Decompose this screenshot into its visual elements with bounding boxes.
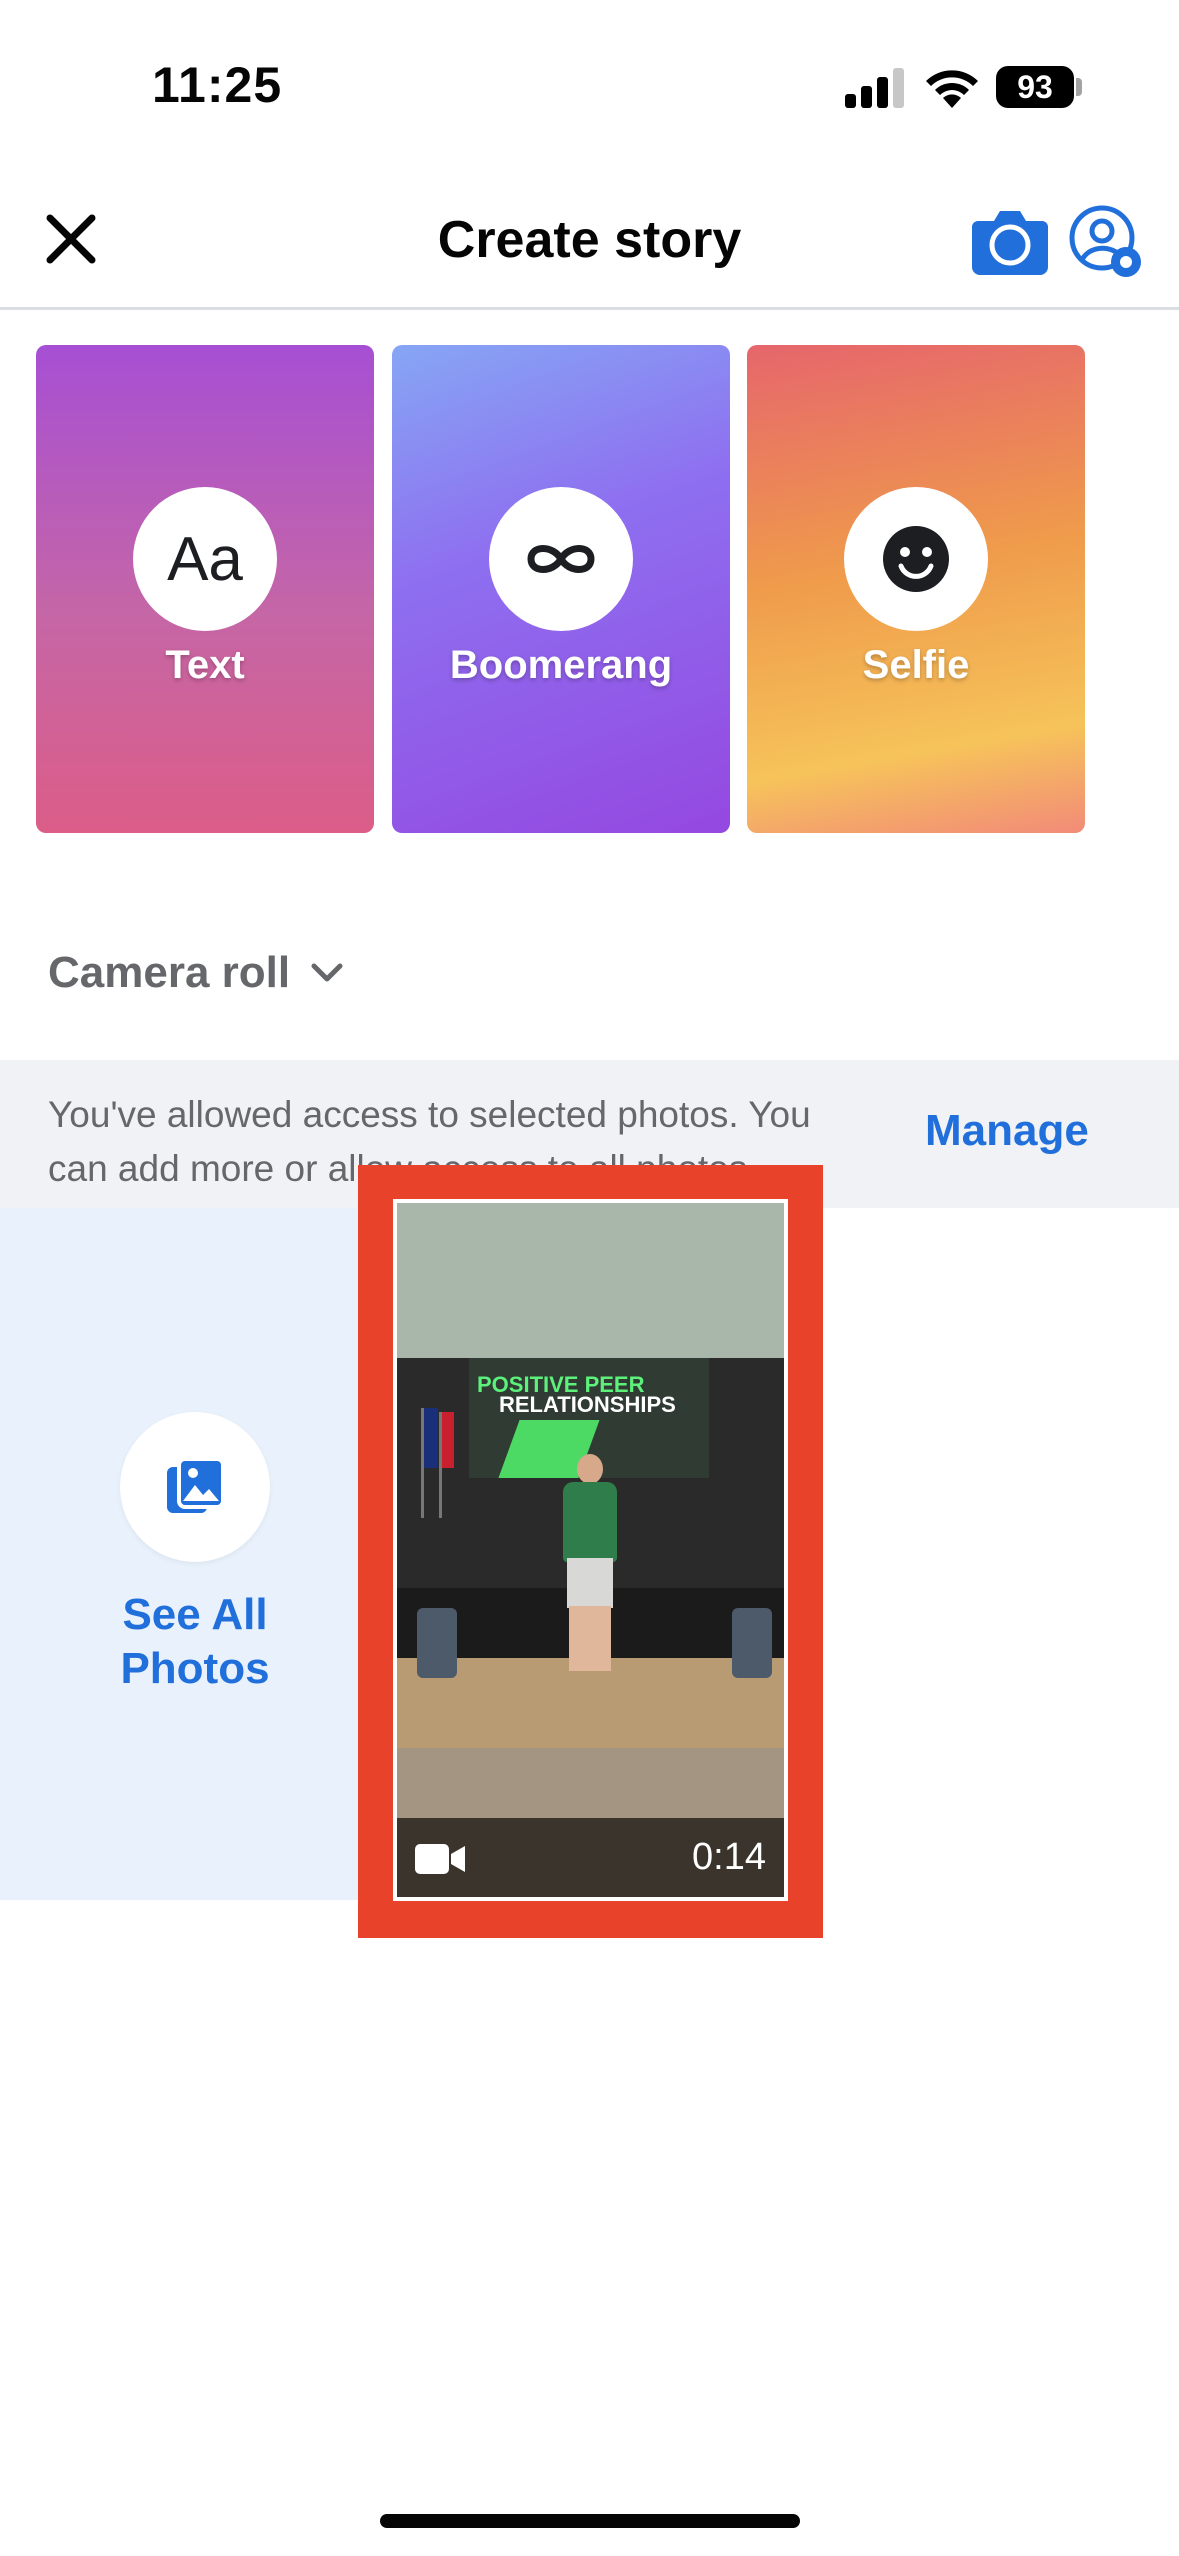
header-divider xyxy=(0,307,1179,310)
text-card-label: Text xyxy=(165,643,245,687)
camera-roll-dropdown[interactable]: Camera roll xyxy=(48,948,344,998)
boomerang-icon-circle xyxy=(489,487,633,631)
text-aa-icon: Aa xyxy=(167,524,243,594)
selfie-card-label: Selfie xyxy=(862,643,970,687)
thumbnail-bottom-band xyxy=(397,1748,784,1818)
video-info-bar: 0:14 xyxy=(397,1818,784,1897)
text-icon-circle: Aa xyxy=(133,487,277,631)
video-preview-image: POSITIVE PEER RELATIONSHIPS xyxy=(397,1358,784,1748)
camera-roll-label: Camera roll xyxy=(48,948,291,997)
home-indicator[interactable] xyxy=(380,2514,800,2528)
battery-level: 93 xyxy=(1017,68,1053,105)
camera-button[interactable] xyxy=(972,205,1048,275)
video-thumbnail[interactable]: POSITIVE PEER RELATIONSHIPS 0:14 xyxy=(393,1199,788,1901)
infinity-icon xyxy=(527,545,595,573)
video-duration: 0:14 xyxy=(692,1836,766,1878)
story-privacy-settings-button[interactable] xyxy=(1068,204,1144,280)
boomerang-card-label: Boomerang xyxy=(449,643,673,687)
thumbnail-top-band xyxy=(397,1203,784,1358)
status-time: 11:25 xyxy=(152,57,283,113)
manage-access-button[interactable]: Manage xyxy=(925,1106,1089,1156)
selfie-story-card[interactable]: Selfie xyxy=(747,345,1085,833)
camera-icon xyxy=(972,211,1048,275)
boomerang-story-card[interactable]: Boomerang xyxy=(392,345,730,833)
wifi-icon xyxy=(926,70,978,108)
see-all-photos-label: See All Photos xyxy=(120,1590,270,1693)
photo-gallery-icon xyxy=(167,1457,225,1513)
see-all-photos-tile[interactable]: See All Photos xyxy=(0,1208,358,1900)
video-camera-icon xyxy=(415,1844,465,1874)
selfie-icon-circle xyxy=(844,487,988,631)
flags-graphic xyxy=(421,1408,454,1518)
user-settings-icon xyxy=(1069,205,1141,277)
chevron-down-icon xyxy=(311,963,343,982)
text-story-card[interactable]: Aa Text xyxy=(36,345,374,833)
smiley-face-icon xyxy=(883,526,949,592)
battery-tip xyxy=(1076,78,1082,96)
battery-indicator: 93 xyxy=(996,66,1074,108)
see-all-icon-circle xyxy=(120,1412,270,1562)
cellular-signal-icon xyxy=(845,68,904,108)
